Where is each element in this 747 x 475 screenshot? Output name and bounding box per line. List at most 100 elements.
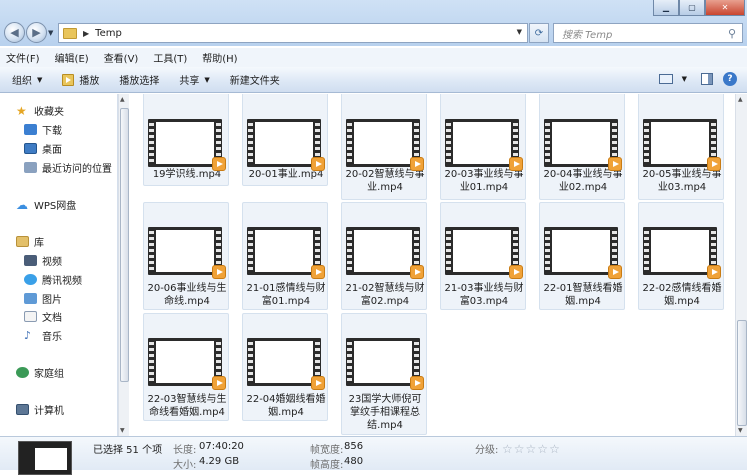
file-list-scrollbar[interactable]: ▲ ▼: [735, 94, 747, 436]
refresh-button[interactable]: ⟳: [529, 23, 549, 43]
scroll-up-icon[interactable]: ▲: [120, 96, 125, 103]
scrollbar-thumb[interactable]: [737, 320, 747, 426]
nav-tencent-video[interactable]: 腾讯视频: [24, 272, 82, 287]
menu-edit[interactable]: 编辑(E): [55, 50, 89, 65]
nav-music-label: 音乐: [42, 332, 62, 343]
view-options-chevron-icon[interactable]: ▼: [682, 75, 687, 83]
file-item[interactable]: 22-04婚姻线看婚 姻.mp4: [242, 313, 328, 421]
file-item[interactable]: 23国学大师倪可 掌纹手相课程总 结.mp4: [341, 313, 427, 435]
close-button[interactable]: ✕: [705, 0, 745, 16]
nav-homegroup-label: 家庭组: [34, 369, 64, 380]
video-thumbnail: [544, 227, 622, 279]
address-bar[interactable]: ▶ Temp ▼: [58, 23, 528, 43]
nav-computer[interactable]: 计算机: [16, 402, 64, 417]
nav-videos[interactable]: 视频: [24, 253, 62, 268]
nav-downloads[interactable]: 下载: [24, 122, 62, 137]
scroll-down-icon[interactable]: ▼: [738, 427, 743, 434]
close-icon: ✕: [721, 3, 729, 12]
file-item[interactable]: 20-04事业线与事 业02.mp4: [539, 94, 625, 200]
search-placeholder: 搜索 Temp: [562, 29, 613, 41]
nav-favorites[interactable]: ★ 收藏夹: [16, 103, 64, 119]
command-bar: 组织 ▼ 播放 播放选择 共享 ▼ 新建文件夹 ▼ ?: [0, 67, 747, 93]
menu-tools[interactable]: 工具(T): [153, 50, 187, 65]
breadcrumb-temp[interactable]: Temp: [95, 28, 122, 39]
star-outline-icon[interactable]: ☆: [514, 442, 525, 456]
search-input[interactable]: 搜索 Temp ⚲: [553, 23, 743, 43]
file-name-line: 23国学大师倪可: [348, 394, 422, 405]
video-thumbnail: [247, 227, 325, 279]
file-item[interactable]: 20-02智慧线与事 业.mp4: [341, 94, 427, 200]
file-item[interactable]: 22-02感情线看婚 姻.mp4: [638, 202, 724, 310]
file-item[interactable]: 20-06事业线与生 命线.mp4: [143, 202, 229, 310]
video-thumbnail: [247, 338, 325, 390]
star-outline-icon[interactable]: ☆: [502, 442, 513, 456]
file-item[interactable]: 21-02智慧线与财 富02.mp4: [341, 202, 427, 310]
nav-desktop[interactable]: 桌面: [24, 141, 62, 156]
change-view-icon[interactable]: [658, 74, 673, 84]
nav-documents[interactable]: 文档: [24, 309, 62, 324]
music-icon: ♪: [24, 329, 32, 342]
window-controls: ▁ ▢ ✕: [653, 0, 745, 16]
back-button[interactable]: ◀: [4, 22, 25, 43]
play-button[interactable]: 播放: [62, 72, 99, 87]
star-outline-icon[interactable]: ☆: [526, 442, 537, 456]
menu-file[interactable]: 文件(F): [6, 50, 40, 65]
length-label: 长度:: [173, 445, 197, 456]
share-button[interactable]: 共享 ▼: [179, 72, 209, 88]
file-item[interactable]: 22-01智慧线看婚 姻.mp4: [539, 202, 625, 310]
file-item[interactable]: 21-03事业线与财 富03.mp4: [440, 202, 526, 310]
view-controls: ▼ ?: [658, 72, 737, 86]
file-item[interactable]: 22-03智慧线与生 命线看婚姻.mp4: [143, 313, 229, 421]
desktop-icon: [24, 143, 37, 154]
file-name-line: 富01.mp4: [261, 296, 311, 307]
nav-wps-cloud[interactable]: ☁ WPS网盘: [16, 197, 77, 213]
selection-count: 已选择 51 个项: [93, 445, 163, 456]
address-dropdown-icon[interactable]: ▼: [517, 28, 522, 36]
navigation-scrollbar[interactable]: ▲ ▼: [118, 94, 129, 436]
refresh-icon: ⟳: [534, 27, 544, 39]
rating-stars[interactable]: ☆ ☆ ☆ ☆ ☆: [502, 442, 561, 456]
file-item[interactable]: 21-01感情线与财 富01.mp4: [242, 202, 328, 310]
nav-homegroup[interactable]: 家庭组: [16, 365, 64, 380]
star-icon: ★: [16, 103, 27, 118]
menu-view[interactable]: 查看(V): [104, 50, 139, 65]
breadcrumb-chevron-icon[interactable]: ▶: [83, 29, 89, 38]
menu-help[interactable]: 帮助(H): [202, 50, 237, 65]
forward-button[interactable]: ▶: [26, 22, 47, 43]
nav-music[interactable]: ♪ 音乐: [24, 328, 62, 343]
computer-icon: [16, 404, 29, 415]
nav-tencent-video-label: 腾讯视频: [42, 276, 82, 287]
star-outline-icon[interactable]: ☆: [549, 442, 560, 456]
video-thumbnail: [643, 119, 721, 171]
minimize-button[interactable]: ▁: [653, 0, 679, 16]
video-thumbnail: [148, 119, 226, 171]
video-thumbnail: [445, 227, 523, 279]
play-badge-icon: [608, 265, 622, 279]
title-bar: ◀ ▶ ▼ ▶ Temp ▼ ⟳ 搜索 Temp ⚲ ▁ ▢ ✕: [0, 0, 747, 46]
play-selection-button[interactable]: 播放选择: [119, 72, 159, 87]
scroll-down-icon[interactable]: ▼: [120, 427, 125, 434]
organize-button[interactable]: 组织 ▼: [12, 72, 42, 88]
details-pane: 已选择 51 个项 长度: 07:40:20 大小: 4.29 GB 帧宽度: …: [0, 436, 747, 475]
file-item[interactable]: 20-01事业.mp4: [242, 94, 328, 186]
recent-pages-dropdown-icon[interactable]: ▼: [48, 29, 53, 37]
search-icon[interactable]: ⚲: [728, 27, 736, 40]
nav-wps-cloud-label: WPS网盘: [34, 201, 77, 212]
nav-recent-places[interactable]: 最近访问的位置: [24, 160, 112, 175]
nav-pictures[interactable]: 图片: [24, 291, 62, 306]
new-folder-button[interactable]: 新建文件夹: [230, 72, 280, 87]
star-outline-icon[interactable]: ☆: [537, 442, 548, 456]
scrollbar-thumb[interactable]: [120, 108, 129, 382]
maximize-button[interactable]: ▢: [679, 0, 705, 16]
nav-videos-label: 视频: [42, 257, 62, 268]
help-icon[interactable]: ?: [723, 72, 737, 86]
file-item[interactable]: 19学识线.mp4: [143, 94, 229, 186]
nav-libraries[interactable]: 库: [16, 234, 44, 249]
file-name-line: 掌纹手相课程总: [350, 407, 420, 418]
play-selection-label: 播放选择: [119, 76, 160, 87]
scroll-up-icon[interactable]: ▲: [738, 96, 743, 103]
cloud-icon: ☁: [16, 197, 28, 212]
file-item[interactable]: 20-03事业线与事 业01.mp4: [440, 94, 526, 200]
file-item[interactable]: 20-05事业线与事 业03.mp4: [638, 94, 724, 200]
preview-pane-icon[interactable]: [701, 73, 713, 85]
